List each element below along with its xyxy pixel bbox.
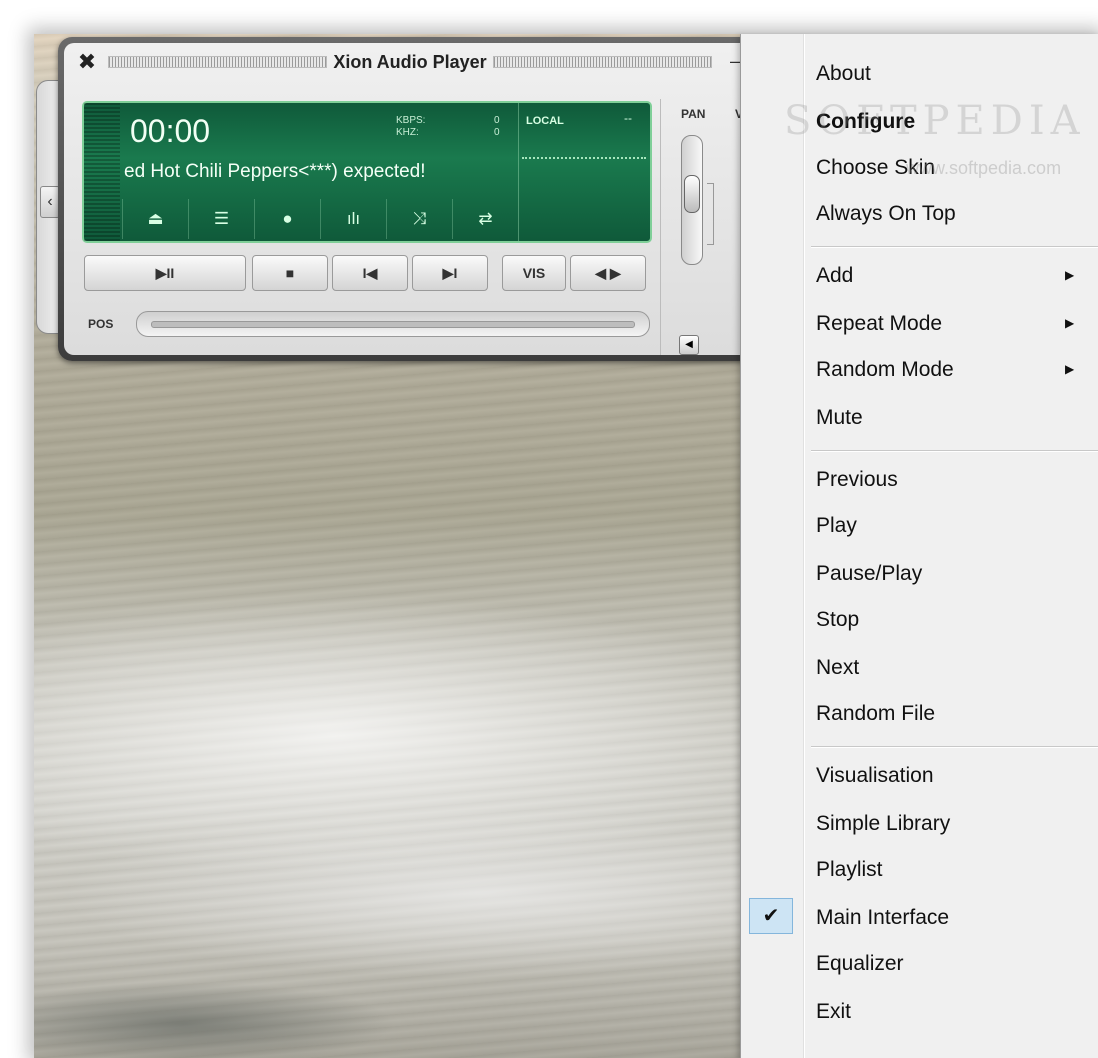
menu-item-previous[interactable]: Previous <box>741 460 1098 500</box>
menu-item-random-mode[interactable]: Random Mode ▶ <box>741 350 1098 390</box>
menu-item-label: Simple Library <box>816 812 951 835</box>
menu-item-exit[interactable]: Exit <box>741 992 1098 1032</box>
menu-item-label: Random File <box>816 702 936 725</box>
player-body: ✖ Xion Audio Player – ▭ 00:00 KBPS: KHZ:… <box>64 43 812 355</box>
song-title-scroller: ed Hot Chili Peppers<***) expected! <box>124 161 426 182</box>
menu-item-label: Pause/Play <box>816 562 923 585</box>
bitrate-labels: KBPS: KHZ: <box>396 115 425 139</box>
watermark-brand: SOFTPEDIA <box>784 98 1086 144</box>
xion-logo-icon[interactable]: ✖ <box>72 49 102 75</box>
lcd-dots <box>522 157 646 161</box>
menu-item-label: Random Mode <box>816 358 954 381</box>
menu-item-random-file[interactable]: Random File <box>741 694 1098 734</box>
lcd-divider <box>518 103 519 241</box>
menu-item-label: Next <box>816 656 860 679</box>
equalizer-icon[interactable]: ılı <box>320 199 386 239</box>
speaker-icon[interactable]: ◀ <box>679 335 699 355</box>
menu-item-repeat-mode[interactable]: Repeat Mode ▶ <box>741 304 1098 344</box>
time-display[interactable]: 00:00 <box>130 113 210 150</box>
menu-item-playlist[interactable]: Playlist <box>741 850 1098 890</box>
position-track[interactable] <box>151 321 635 328</box>
pos-label: POS <box>88 317 114 331</box>
record-icon[interactable]: ● <box>254 199 320 239</box>
vis-button[interactable]: VIS <box>502 255 566 291</box>
menu-separator <box>811 746 1098 748</box>
kbps-value: 0 <box>494 115 500 126</box>
menu-separator <box>811 246 1098 248</box>
menu-item-label: Stop <box>816 608 860 631</box>
menu-item-stop[interactable]: Stop <box>741 600 1098 640</box>
pan-label: PAN <box>681 107 706 121</box>
menu-item-label: Repeat Mode <box>816 312 943 335</box>
source-dash: -- <box>624 111 632 125</box>
watermark-url: www.softpedia.com <box>906 158 1062 178</box>
menu-item-main-interface[interactable]: ✔ Main Interface <box>741 898 1098 938</box>
pan-slider-knob[interactable] <box>684 175 700 213</box>
lcd-grille <box>84 103 120 241</box>
menu-item-pause-play[interactable]: Pause/Play <box>741 554 1098 594</box>
vis-cycle-button[interactable]: ◀ ▶ <box>570 255 646 291</box>
shuffle-icon[interactable]: ⤨ <box>386 199 452 239</box>
source-label: LOCAL <box>526 115 564 127</box>
menu-item-label: Main Interface <box>816 906 950 929</box>
menu-item-label: Exit <box>816 1000 852 1023</box>
context-menu: About Configure Choose Skin Always On To… <box>740 34 1098 1058</box>
player-titlebar[interactable]: ✖ Xion Audio Player – ▭ <box>72 49 772 75</box>
menu-item-label: Always On Top <box>816 202 956 225</box>
menu-item-label: Playlist <box>816 858 883 881</box>
titlebar-grip-left <box>108 56 328 68</box>
player-window: ✖ Xion Audio Player – ▭ 00:00 KBPS: KHZ:… <box>58 37 818 361</box>
menu-item-label: Play <box>816 514 857 537</box>
eject-icon[interactable]: ⏏ <box>122 199 188 239</box>
menu-item-label: Visualisation <box>816 764 934 787</box>
position-seekbar[interactable] <box>136 311 650 337</box>
submenu-arrow-icon: ▶ <box>1065 316 1075 330</box>
lcd-button-row: ⏏ ☰ ● ılı ⤨ ⇄ <box>122 199 518 239</box>
menu-item-mute[interactable]: Mute <box>741 398 1098 438</box>
menu-item-label: About <box>816 62 871 85</box>
bitrate-values: 0 0 <box>494 115 500 139</box>
menu-item-next[interactable]: Next <box>741 648 1098 688</box>
playlist-icon[interactable]: ☰ <box>188 199 254 239</box>
next-button[interactable]: ▶I <box>412 255 488 291</box>
menu-item-play[interactable]: Play <box>741 506 1098 546</box>
play-pause-button[interactable]: ▶II <box>84 255 246 291</box>
previous-button[interactable]: I◀ <box>332 255 408 291</box>
menu-item-label: Mute <box>816 406 863 429</box>
stop-button[interactable]: ■ <box>252 255 328 291</box>
menu-item-about[interactable]: About <box>741 54 1098 94</box>
menu-separator <box>811 450 1098 452</box>
menu-item-visualisation[interactable]: Visualisation <box>741 756 1098 796</box>
menu-item-always-on-top[interactable]: Always On Top <box>741 194 1098 234</box>
titlebar-grip-right <box>492 56 712 68</box>
submenu-arrow-icon: ▶ <box>1065 362 1075 376</box>
expand-arrow-icon[interactable]: ‹ <box>40 186 60 218</box>
player-title: Xion Audio Player <box>333 51 487 72</box>
checkmark-icon: ✔ <box>749 898 793 934</box>
menu-item-label: Add <box>816 264 854 287</box>
menu-item-label: Equalizer <box>816 952 904 975</box>
khz-value: 0 <box>494 127 500 138</box>
repeat-icon[interactable]: ⇄ <box>452 199 518 239</box>
menu-item-simple-library[interactable]: Simple Library <box>741 804 1098 844</box>
menu-item-add[interactable]: Add ▶ <box>741 256 1098 296</box>
menu-item-equalizer[interactable]: Equalizer <box>741 944 1098 984</box>
khz-label: KHZ: <box>396 127 419 138</box>
menu-item-label: Previous <box>816 468 898 491</box>
lcd-display: 00:00 KBPS: KHZ: 0 0 LOCAL -- ed Hot Chi… <box>82 101 652 243</box>
pan-scale <box>707 183 714 245</box>
kbps-label: KBPS: <box>396 115 426 126</box>
submenu-arrow-icon: ▶ <box>1065 268 1075 282</box>
